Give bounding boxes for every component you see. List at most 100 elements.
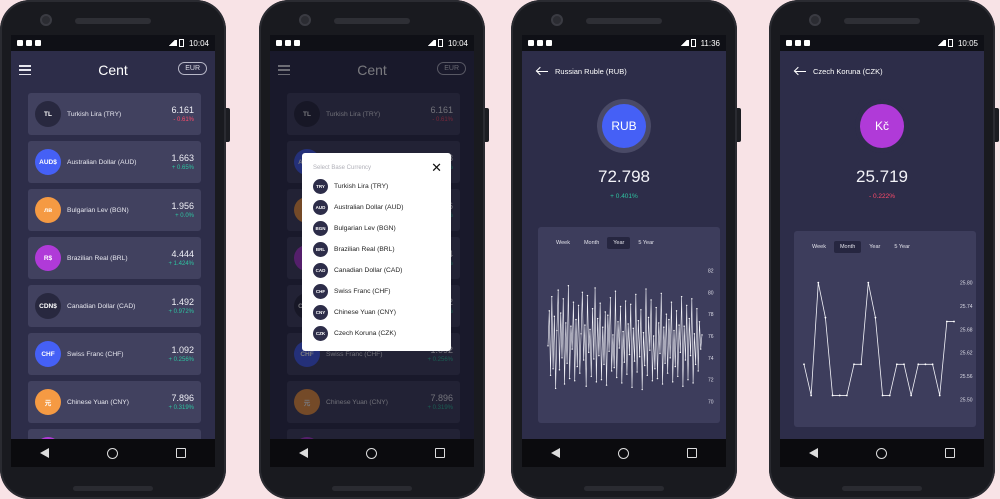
data-point [627,323,629,325]
currency-values: 6.161 - 0.61% [171,105,194,123]
period-tabs: Week Month Year 5 Year [794,231,976,253]
currency-row[interactable]: лв Bulgarian Lev (BGN) 1.956 + 0.0% [28,189,201,231]
data-point [623,361,626,363]
data-point [560,312,562,314]
front-camera [809,14,821,26]
czk-line-chart: 25.80 25.74 25.68 25.62 25.56 25.50 [803,281,973,403]
home-icon[interactable] [107,447,118,459]
data-point [557,289,559,291]
data-point [938,394,941,397]
currency-code-badge: BRL [313,242,328,257]
currency-option[interactable]: TRY Turkish Lira (TRY) [313,176,440,197]
recent-apps-icon[interactable] [687,448,697,458]
currency-change: + 0.65% [171,165,194,171]
signal-icon [425,40,436,46]
tab-week[interactable]: Week [806,241,832,253]
currency-name: Canadian Dollar (CAD) [67,302,136,310]
screen-select-base: 10:04 Cent EUR TLTurkish Lira (TRY)6.161… [270,35,474,467]
back-icon[interactable] [551,448,560,458]
home-icon[interactable] [618,447,629,459]
data-point [556,329,558,332]
currency-row[interactable]: TL Turkish Lira (TRY) 6.161 - 0.61% [28,93,201,135]
tab-5-year[interactable]: 5 Year [888,241,916,253]
data-point [692,382,694,384]
data-point [547,345,549,347]
data-point [565,322,567,324]
data-point [561,357,563,359]
tab-year[interactable]: Year [607,237,631,249]
currency-option-label: Turkish Lira (TRY) [334,183,389,190]
data-point [624,300,627,302]
back-arrow-icon[interactable] [536,67,548,76]
currency-option[interactable]: CZK Czech Koruna (CZK) [313,323,440,344]
y-tick-label: 25.80 [960,281,973,287]
currency-options: TRY Turkish Lira (TRY) AUD Australian Dolla… [313,176,440,344]
currency-option[interactable]: CHF Swiss Franc (CHF) [313,281,440,302]
currency-change: + 1.424% [168,261,194,267]
recent-apps-icon[interactable] [945,448,955,458]
currency-option[interactable]: CAD Canadian Dollar (CAD) [313,260,440,281]
data-point [867,281,870,284]
data-point [567,285,570,287]
data-point [633,360,636,362]
screen-rub-detail: 11:36 Russian Ruble (RUB) RUB 72.798 + 0… [522,35,726,467]
data-point [674,365,676,368]
close-icon[interactable]: ✕ [431,161,442,174]
data-point [683,325,685,327]
currency-row[interactable]: AUD$ Australian Dollar (AUD) 1.663 + 0.65% [28,141,201,183]
tab-month[interactable]: Month [833,241,862,253]
data-point [589,328,591,331]
data-point [549,374,552,377]
tab-week[interactable]: Week [550,237,576,249]
recent-apps-icon[interactable] [176,448,186,458]
data-point [824,316,827,319]
currency-option[interactable]: BGN Bulgarian Lev (BGN) [313,218,440,239]
currency-row[interactable]: CHF Swiss Franc (CHF) 1.092 + 0.256% [28,333,201,375]
data-point [591,307,594,310]
back-icon[interactable] [40,448,49,458]
data-point [548,310,550,312]
data-point [598,354,600,357]
currency-row[interactable]: 元 Chinese Yuan (CNY) 7.896 + 0.319% [28,381,201,423]
data-point [593,358,595,360]
back-icon[interactable] [809,448,818,458]
data-point [626,373,628,375]
currency-symbol-icon: CHF [35,341,61,367]
currency-row[interactable]: CDN$ Canadian Dollar (CAD) 1.492 + 0.972% [28,285,201,327]
chart-card: Week Month Year 5 Year 82 80 78 76 74 72 70 [538,227,720,423]
base-currency-chip[interactable]: EUR [178,62,207,75]
battery-icon [947,39,953,47]
back-icon[interactable] [299,448,308,458]
battery-icon [178,39,184,47]
back-arrow-icon[interactable] [794,67,806,76]
tab-5-year[interactable]: 5 Year [632,237,660,249]
power-button [226,108,230,142]
system-nav-bar [11,439,215,467]
currency-option[interactable]: BRL Brazilian Real (BRL) [313,239,440,260]
data-point [680,295,683,298]
data-point [622,330,624,333]
data-point [632,327,634,330]
currency-option-label: Chinese Yuan (CNY) [334,309,396,316]
data-point [617,321,619,323]
data-point [673,329,675,332]
data-point [604,311,606,313]
phone-frame-2: 10:04 Cent EUR TLTurkish Lira (TRY)6.161… [259,0,489,499]
currency-option[interactable]: CNY Chinese Yuan (CNY) [313,302,440,323]
data-point [576,365,578,368]
data-point [554,387,557,390]
currency-row[interactable]: R$ Brazilian Real (BRL) 4.444 + 1.424% [28,237,201,279]
notification-icon [285,40,291,46]
data-point [613,366,615,369]
data-point [670,301,673,303]
currency-values: 4.444 + 1.424% [168,249,194,267]
recent-apps-icon[interactable] [435,448,445,458]
tab-month[interactable]: Month [578,237,605,249]
home-icon[interactable] [366,447,377,459]
rate-change: + 0.401% [610,193,638,200]
phone-frame-4: 10:05 Czech Koruna (CZK) Kč 25.719 - 0.2… [769,0,999,499]
tab-year[interactable]: Year [863,241,886,253]
currency-option[interactable]: AUD Australian Dollar (AUD) [313,197,440,218]
home-icon[interactable] [876,447,887,459]
data-point [659,352,661,355]
